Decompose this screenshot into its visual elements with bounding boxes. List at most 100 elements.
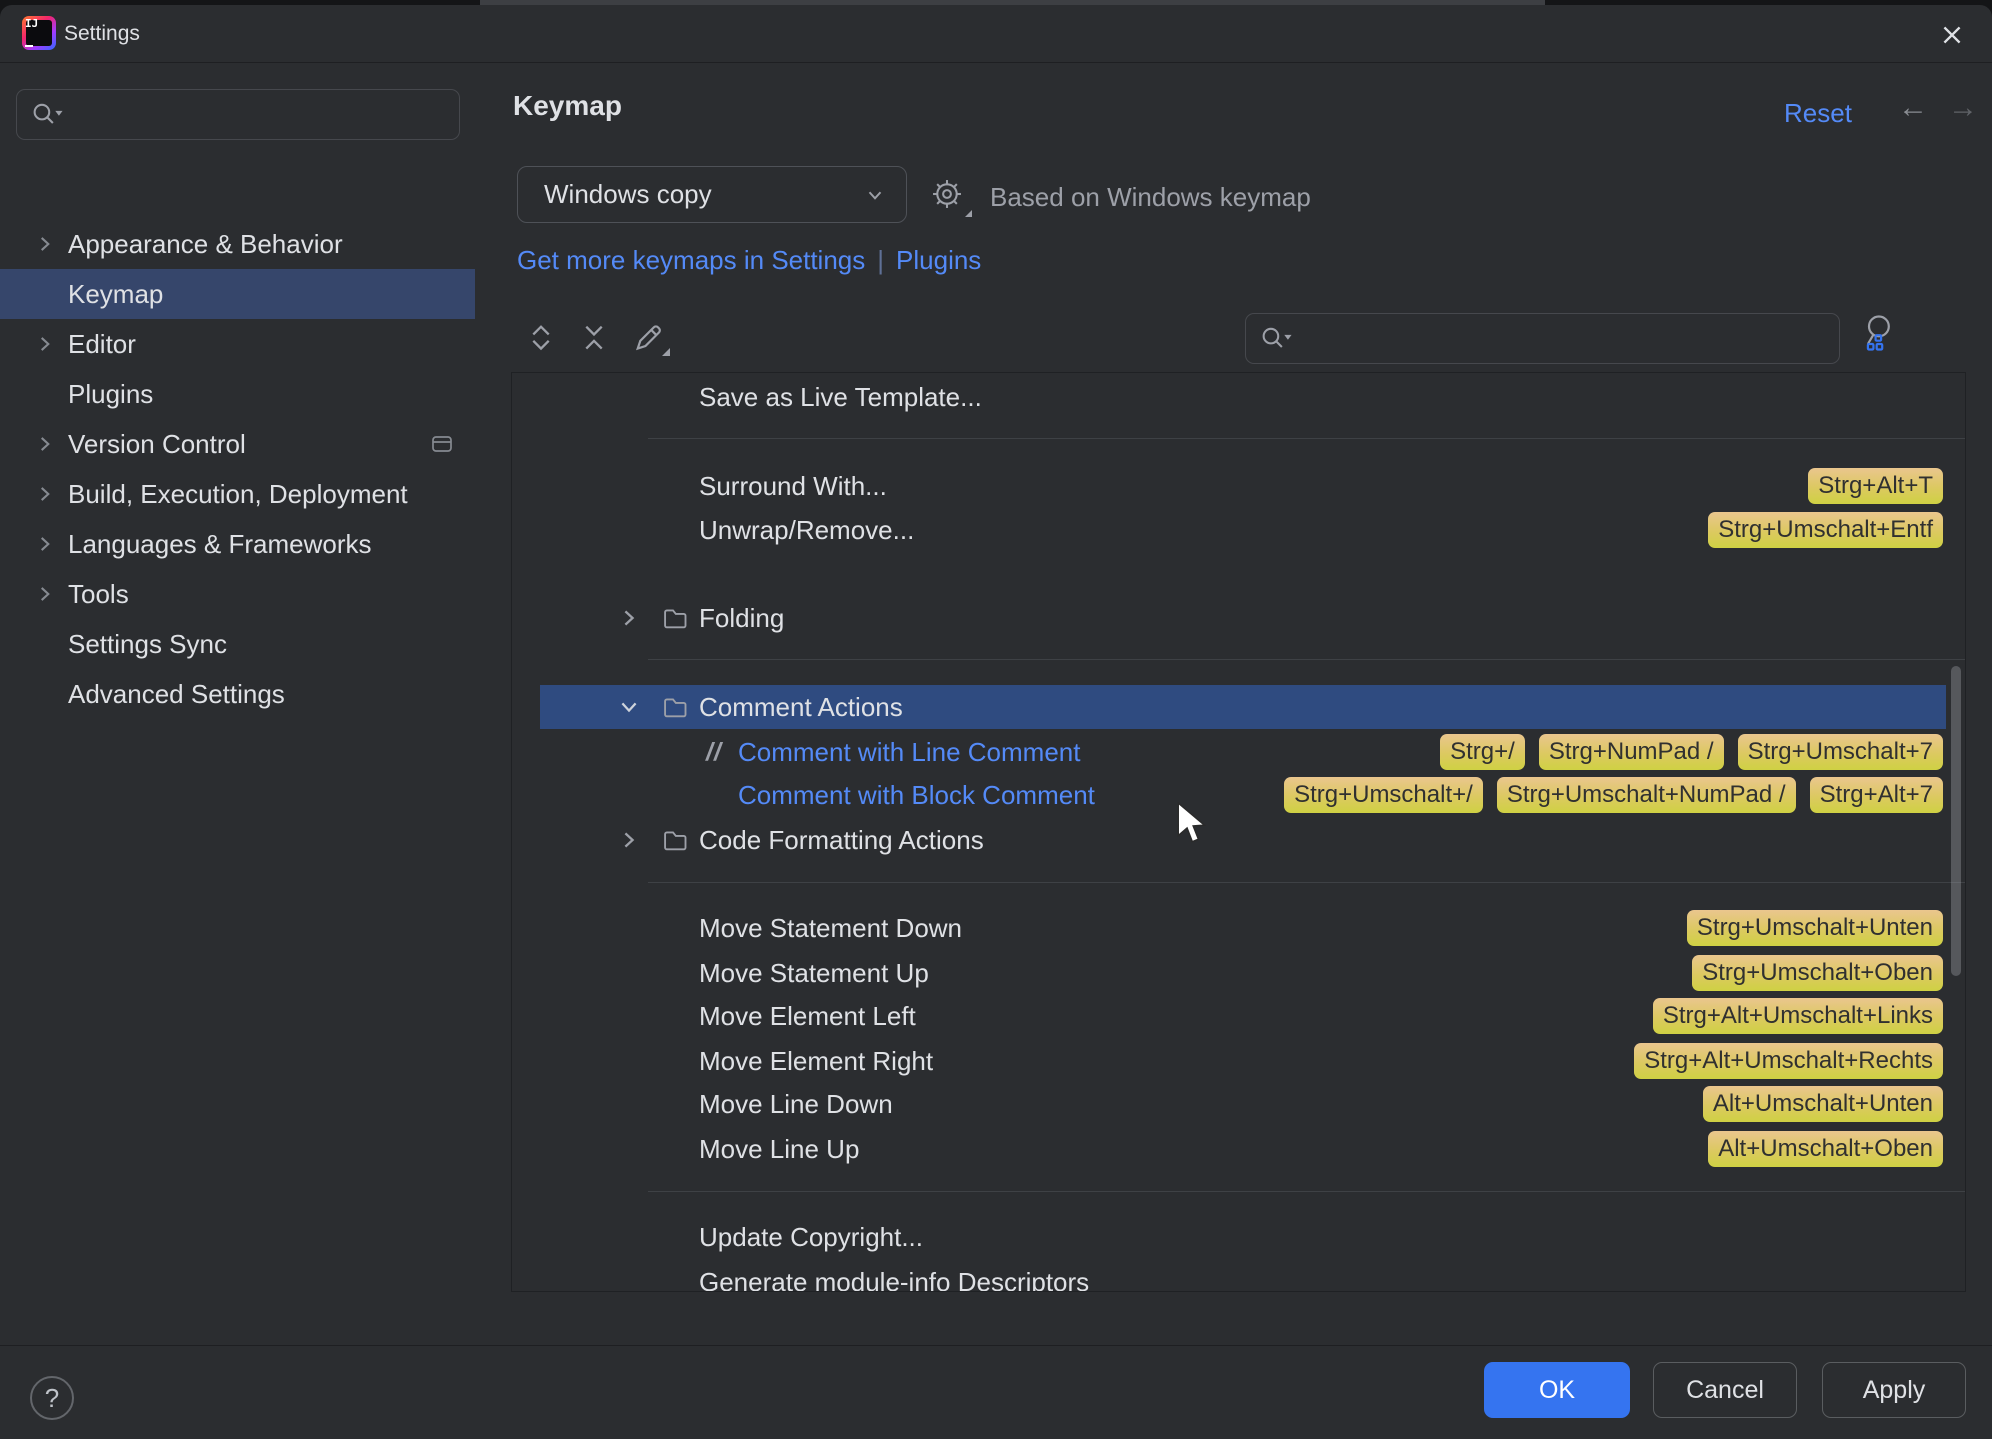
sidebar-item-appearance-behavior[interactable]: Appearance & Behavior [0, 219, 475, 269]
tree-row-generate-module-info-descriptors[interactable]: Generate module-info Descriptors [540, 1260, 1946, 1292]
close-icon[interactable] [1934, 17, 1970, 53]
sidebar-item-tools[interactable]: Tools [0, 569, 475, 619]
forward-arrow-icon[interactable]: → [1948, 91, 1978, 125]
tree-row-comment-actions[interactable]: Comment Actions [540, 685, 1946, 729]
chevron-right-icon[interactable] [34, 233, 56, 255]
shortcut-badges: Alt+Umschalt+Oben [1708, 1131, 1943, 1167]
tree-row-move-statement-down[interactable]: Move Statement Down Strg+Umschalt+Unten [540, 906, 1946, 950]
tree-row-save-as-live-template[interactable]: Save as Live Template... [540, 375, 1946, 419]
shortcut-badge: Strg+Umschalt+Entf [1708, 512, 1943, 548]
cancel-button[interactable]: Cancel [1653, 1362, 1797, 1418]
shortcut-badge: Strg+Alt+T [1808, 468, 1943, 504]
shortcut-badge: Alt+Umschalt+Oben [1708, 1131, 1943, 1167]
link-separator: | [877, 244, 885, 275]
gear-icon [933, 180, 961, 208]
window-preview-icon [430, 433, 454, 455]
tree-row-label: Surround With... [699, 471, 887, 501]
chevron-right-icon[interactable] [34, 333, 56, 355]
chevron-right-icon[interactable] [617, 606, 641, 630]
settings-sidebar: Appearance & Behavior Keymap Editor Plugins… [0, 64, 475, 1345]
mouse-cursor [1176, 802, 1212, 844]
shortcut-badges: Strg+Alt+Umschalt+Links [1652, 998, 1943, 1034]
shortcut-badge: Alt+Umschalt+Unten [1702, 1086, 1943, 1122]
sidebar-item-label: Version Control [68, 429, 246, 459]
sidebar-item-settings-sync[interactable]: Settings Sync [0, 619, 475, 669]
shortcut-badge: Strg+Umschalt+Unten [1686, 910, 1943, 946]
tree-row-label: Move Element Left [699, 1001, 916, 1031]
shortcut-badge: Strg+NumPad / [1538, 734, 1724, 770]
chevron-right-icon[interactable] [34, 533, 56, 555]
tree-row-move-line-up[interactable]: Move Line Up Alt+Umschalt+Oben [540, 1127, 1946, 1171]
tree-row-label: Unwrap/Remove... [699, 515, 915, 545]
shortcut-badge: Strg+Alt+Umschalt+Rechts [1634, 1043, 1943, 1079]
window-title: Settings [64, 22, 140, 45]
action-search-input[interactable] [1245, 313, 1840, 364]
sidebar-item-advanced-settings[interactable]: Advanced Settings [0, 669, 475, 719]
tree-row-folding[interactable]: Folding [540, 596, 1946, 640]
sidebar-item-plugins[interactable]: Plugins [0, 369, 475, 419]
sidebar-search-input[interactable] [16, 89, 460, 140]
sidebar-item-label: Editor [68, 329, 136, 359]
tree-row-label: Generate module-info Descriptors [699, 1267, 1090, 1292]
tree-row-move-element-left[interactable]: Move Element Left Strg+Alt+Umschalt+Links [540, 994, 1946, 1038]
sidebar-item-keymap[interactable]: Keymap [0, 269, 475, 319]
tree-row-comment-with-block-comment[interactable]: Comment with Block Comment Strg+Umschalt+… [540, 773, 1946, 817]
sidebar-item-build-execution-deployment[interactable]: Build, Execution, Deployment [0, 469, 475, 519]
back-arrow-icon[interactable]: ← [1898, 91, 1928, 125]
chevron-right-icon[interactable] [34, 433, 56, 455]
tree-row-label: Folding [699, 603, 785, 633]
folder-icon [661, 826, 689, 854]
page-title: Keymap [513, 90, 622, 121]
shortcut-badges: Strg+Umschalt+Oben [1692, 955, 1943, 991]
get-more-keymaps-link[interactable]: Get more keymaps in Settings [517, 245, 865, 276]
titlebar: IJ Settings [0, 5, 1992, 63]
search-icon [33, 103, 63, 124]
sidebar-item-label: Plugins [68, 379, 154, 409]
tree-row-update-copyright[interactable]: Update Copyright... [540, 1215, 1946, 1259]
tree-row-label: Comment Actions [699, 692, 903, 722]
tree-row-label: Update Copyright... [699, 1222, 924, 1252]
chevron-right-icon[interactable] [34, 483, 56, 505]
shortcut-badges: Strg+Umschalt+Entf [1708, 512, 1943, 548]
tree-row-label: Comment with Line Comment [738, 737, 1081, 767]
keymap-options-gear-button[interactable] [930, 177, 972, 217]
keymap-action-tree: Save as Live Template... Surround With...… [511, 372, 1966, 1292]
keymap-links-row: Get more keymaps in Settings | Plugins [517, 242, 981, 278]
tree-group-separator [648, 438, 1965, 439]
apply-button[interactable]: Apply [1822, 1362, 1966, 1418]
tree-row-move-element-right[interactable]: Move Element Right Strg+Alt+Umschalt+Rech… [540, 1039, 1946, 1083]
sidebar-item-version-control[interactable]: Version Control [0, 419, 475, 469]
tree-row-label: Move Line Up [699, 1134, 860, 1164]
keymap-scheme-dropdown[interactable]: Windows copy [517, 166, 907, 223]
tree-row-move-statement-up[interactable]: Move Statement Up Strg+Umschalt+Oben [540, 951, 1946, 995]
chevron-right-icon[interactable] [34, 583, 56, 605]
sidebar-item-label: Build, Execution, Deployment [68, 479, 408, 509]
tree-row-label: Save as Live Template... [699, 382, 982, 412]
find-by-shortcut-icon[interactable] [1858, 311, 1902, 355]
vertical-scrollbar[interactable] [1951, 666, 1961, 976]
collapse-all-icon[interactable] [576, 319, 612, 355]
tree-row-code-formatting-actions[interactable]: Code Formatting Actions [540, 818, 1946, 862]
chevron-down-icon [864, 184, 886, 206]
chevron-right-icon[interactable] [617, 828, 641, 852]
tree-row-surround-with[interactable]: Surround With... Strg+Alt+T [540, 464, 1946, 508]
help-button[interactable]: ? [30, 1376, 74, 1420]
folder-icon [661, 693, 689, 721]
shortcut-badges: Strg+/ Strg+NumPad / Strg+Umschalt+7 [1440, 734, 1943, 770]
reset-button[interactable]: Reset [1784, 98, 1852, 129]
sidebar-item-languages-frameworks[interactable]: Languages & Frameworks [0, 519, 475, 569]
sidebar-item-label: Keymap [68, 279, 164, 309]
ok-button[interactable]: OK [1484, 1362, 1630, 1418]
sidebar-item-label: Settings Sync [68, 629, 227, 659]
expand-all-icon[interactable] [523, 319, 559, 355]
tree-row-comment-with-line-comment[interactable]: // Comment with Line Comment Strg+/ Strg+Nu… [540, 730, 1946, 774]
tree-row-move-line-down[interactable]: Move Line Down Alt+Umschalt+Unten [540, 1082, 1946, 1126]
tree-group-separator [648, 882, 1965, 883]
sidebar-item-editor[interactable]: Editor [0, 319, 475, 369]
plugins-link[interactable]: Plugins [896, 245, 981, 276]
chevron-down-icon[interactable] [617, 695, 641, 719]
based-on-label: Based on Windows keymap [990, 182, 1311, 212]
tree-row-unwrap-remove[interactable]: Unwrap/Remove... Strg+Umschalt+Entf [540, 508, 1946, 552]
folder-icon [661, 604, 689, 632]
edit-shortcut-icon[interactable] [630, 319, 670, 356]
